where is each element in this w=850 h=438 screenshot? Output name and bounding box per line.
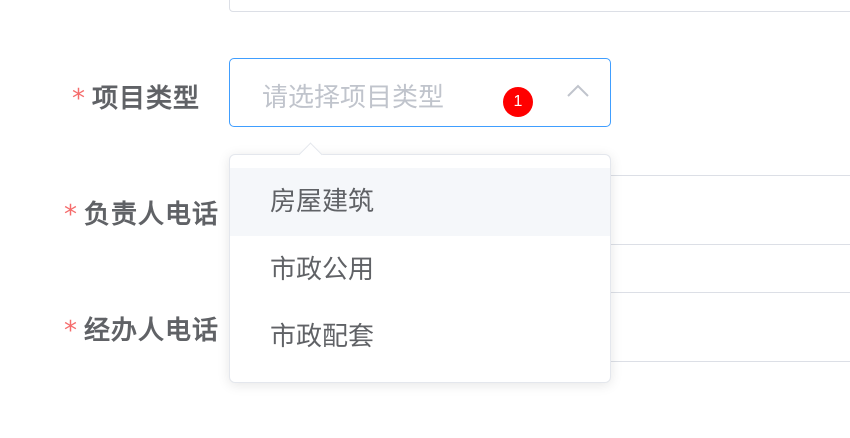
required-mark: * — [64, 200, 78, 230]
annotation-badge: 1 — [503, 87, 533, 117]
manager-phone-label-text: 负责人电话 — [84, 200, 220, 230]
dropdown-pointer — [298, 142, 323, 167]
project-type-dropdown: 房屋建筑 市政公用 市政配套 — [229, 142, 611, 383]
previous-field-input[interactable] — [229, 0, 850, 12]
project-type-select[interactable]: 请选择项目类型 1 — [229, 58, 611, 127]
dropdown-option[interactable]: 市政公用 — [230, 236, 610, 304]
project-type-label-text: 项目类型 — [92, 84, 201, 114]
project-type-placeholder: 请选择项目类型 — [262, 83, 445, 113]
dropdown-option[interactable]: 市政配套 — [230, 303, 610, 371]
manager-phone-label: * 负责人电话 — [64, 194, 219, 231]
agent-phone-label: * 经办人电话 — [64, 310, 219, 347]
dropdown-option[interactable]: 房屋建筑 — [230, 168, 610, 236]
required-mark: * — [64, 316, 78, 346]
required-mark: * — [72, 84, 86, 114]
chevron-up-icon[interactable] — [566, 83, 590, 99]
project-type-label: * 项目类型 — [72, 78, 200, 115]
agent-phone-label-text: 经办人电话 — [84, 316, 220, 346]
